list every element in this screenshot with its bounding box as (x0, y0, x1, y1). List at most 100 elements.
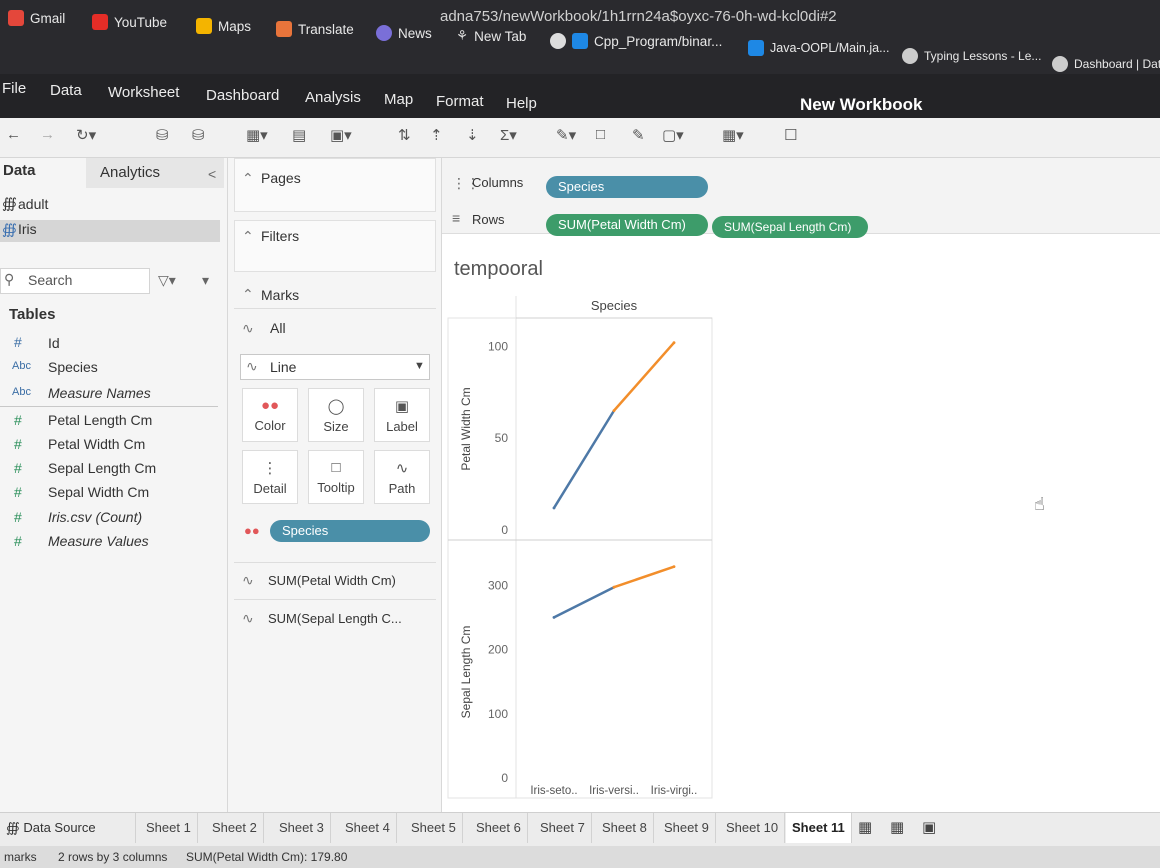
y-tick-label: 0 (501, 523, 508, 537)
tab-sheet-5[interactable]: Sheet 5 (405, 813, 463, 843)
clear-sheet-icon[interactable]: ▣▾ (330, 126, 352, 144)
rows-pill-sepal-length[interactable]: SUM(Sepal Length Cm) (712, 216, 868, 238)
menu-file[interactable]: File (2, 80, 26, 97)
redo-icon[interactable]: ↻▾ (76, 126, 96, 144)
field-petal-length[interactable]: Petal Length Cm (48, 412, 152, 428)
new-story-icon[interactable]: ▣ (916, 813, 942, 843)
label-button[interactable]: ▣ Label (374, 388, 430, 442)
menu-dropdown-icon[interactable]: ▾ (202, 272, 209, 289)
new-datasource-icon[interactable]: ⛁ (156, 126, 169, 144)
columns-pill-species[interactable]: Species (546, 176, 708, 198)
present-icon[interactable]: ☐ (784, 126, 797, 144)
menu-data[interactable]: Data (50, 82, 82, 99)
duplicate-sheet-icon[interactable]: ▤ (292, 126, 306, 144)
menu-analysis[interactable]: Analysis (305, 89, 361, 106)
y-tick-label: 100 (488, 339, 508, 353)
bookmark-dashboard[interactable]: Dashboard | Data (1052, 56, 1160, 72)
tooltip-button[interactable]: □ Tooltip (308, 450, 364, 504)
highlight-icon[interactable]: ✎▾ (556, 126, 576, 144)
maps-icon (196, 18, 212, 34)
tab-sheet-2[interactable]: Sheet 2 (206, 813, 264, 843)
new-dashboard-icon[interactable]: ▦ (884, 813, 910, 843)
field-sepal-width[interactable]: Sepal Width Cm (48, 484, 149, 500)
new-worksheet-icon[interactable]: ▦▾ (246, 126, 268, 144)
collapse-chevron-icon[interactable]: ⌃ (242, 228, 254, 245)
tab-sheet-4[interactable]: Sheet 4 (339, 813, 397, 843)
field-species[interactable]: Species (48, 359, 98, 375)
show-me-icon[interactable]: ▦▾ (722, 126, 744, 144)
mouse-cursor-icon: ☝ (1034, 494, 1045, 514)
collapse-icon[interactable]: < (208, 166, 216, 182)
tab-sheet-3[interactable]: Sheet 3 (273, 813, 331, 843)
datasource-icon: ∰ (2, 195, 17, 211)
path-button[interactable]: ∿ Path (374, 450, 430, 504)
field-type-icon: # (14, 484, 22, 500)
field-count[interactable]: Iris.csv (Count) (48, 509, 142, 525)
tab-sheet-11[interactable]: Sheet 11 (786, 813, 852, 843)
sheet-tabs-bar: ∰ Data Source Sheet 1 Sheet 2 Sheet 3 Sh… (0, 812, 1160, 846)
measure-sepal-length[interactable]: SUM(Sepal Length C... (268, 611, 402, 626)
sort-desc-icon[interactable]: ⇣ (466, 126, 479, 144)
bookmark-gmail[interactable]: Gmail (8, 10, 65, 26)
text-icon[interactable]: □ (596, 126, 605, 143)
back-arrow-icon[interactable]: ← (6, 126, 21, 143)
size-button[interactable]: ◯ Size (308, 388, 364, 442)
color-button[interactable]: ●● Color (242, 388, 298, 442)
field-id[interactable]: Id (48, 335, 60, 351)
detail-button[interactable]: ⋮ Detail (242, 450, 298, 504)
tab-sheet-6[interactable]: Sheet 6 (470, 813, 528, 843)
filter-icon[interactable]: ▽▾ (158, 272, 176, 289)
globe-icon (550, 33, 566, 49)
tab-sheet-8[interactable]: Sheet 8 (596, 813, 654, 843)
datasource-iris[interactable]: Iris (18, 221, 37, 237)
tab-sheet-1[interactable]: Sheet 1 (140, 813, 198, 843)
new-tab-icon: ⚘ (456, 28, 469, 43)
tab-sheet-10[interactable]: Sheet 10 (720, 813, 786, 843)
tab-analytics[interactable]: Analytics (100, 164, 160, 181)
menu-help[interactable]: Help (506, 95, 537, 112)
sort-asc-icon[interactable]: ⇡ (430, 126, 443, 144)
species-color-pill[interactable]: Species (270, 520, 430, 542)
color-icon: ●● (244, 523, 260, 538)
menu-format[interactable]: Format (436, 93, 484, 110)
bookmark-new-tab[interactable]: ⚘ New Tab (456, 28, 526, 44)
tab-data-source[interactable]: ∰ Data Source (0, 813, 136, 843)
bookmark-typing[interactable]: Typing Lessons - Le... (902, 48, 1041, 64)
bookmark-cpp[interactable]: Cpp_Program/binar... (550, 33, 722, 49)
field-sepal-length[interactable]: Sepal Length Cm (48, 460, 156, 476)
forward-arrow-icon[interactable]: → (40, 126, 55, 143)
data-point (672, 341, 676, 345)
rows-pill-petal-width[interactable]: SUM(Petal Width Cm) (546, 214, 708, 236)
annotate-icon[interactable]: ✎ (632, 126, 645, 144)
field-measure-values[interactable]: Measure Values (48, 533, 149, 549)
search-input[interactable]: Search (28, 272, 72, 288)
new-worksheet-icon[interactable]: ▦ (852, 813, 878, 843)
bookmarks-bar: adna753/newWorkbook/1h1rrn24a$oyxc-76-0h… (0, 0, 1160, 76)
tab-sheet-9[interactable]: Sheet 9 (658, 813, 716, 843)
y-tick-label: 200 (488, 643, 508, 657)
collapse-chevron-icon[interactable]: ⌃ (242, 170, 254, 187)
mark-type-select[interactable] (240, 354, 430, 380)
totals-icon[interactable]: Σ▾ (500, 126, 517, 144)
bookmark-maps[interactable]: Maps (196, 18, 251, 34)
field-petal-width[interactable]: Petal Width Cm (48, 436, 145, 452)
menu-dashboard[interactable]: Dashboard (206, 87, 279, 104)
swap-icon[interactable]: ⇅ (398, 126, 411, 144)
bookmark-youtube[interactable]: YouTube (92, 14, 167, 30)
fit-icon[interactable]: ▢▾ (662, 126, 684, 144)
measure-petal-width[interactable]: SUM(Petal Width Cm) (268, 573, 396, 588)
menu-map[interactable]: Map (384, 91, 413, 108)
bookmark-java[interactable]: Java-OOPL/Main.ja... (748, 40, 890, 56)
field-type-icon: # (14, 412, 22, 428)
collapse-chevron-icon[interactable]: ⌃ (242, 286, 254, 303)
datasource-adult[interactable]: adult (18, 196, 48, 212)
bookmark-translate[interactable]: Translate (276, 21, 354, 37)
tab-data[interactable]: Data (3, 162, 36, 179)
menu-worksheet[interactable]: Worksheet (108, 84, 179, 101)
pause-updates-icon[interactable]: ⛁ (192, 126, 205, 144)
tab-sheet-7[interactable]: Sheet 7 (534, 813, 592, 843)
field-measure-names[interactable]: Measure Names (48, 385, 151, 401)
bookmark-news[interactable]: News (376, 25, 432, 41)
marks-all[interactable]: All (270, 320, 286, 336)
status-rows-cols: 2 rows by 3 columns (58, 850, 168, 864)
